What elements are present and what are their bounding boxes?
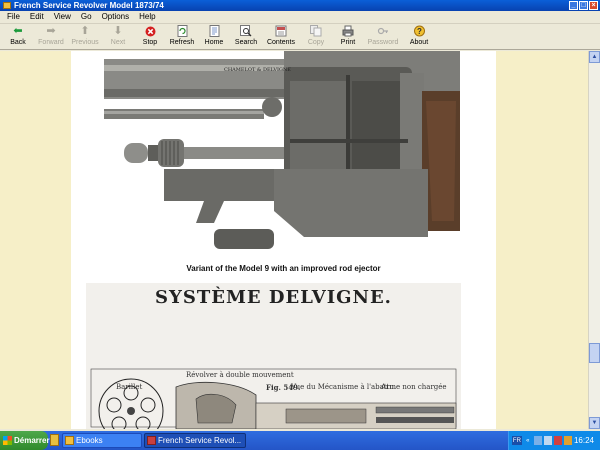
- contents-label: Contents: [266, 39, 296, 46]
- toolbar: ⬅ Back ➡ Forward ⬆ Previous ⬇ Next Stop …: [0, 24, 600, 50]
- next-label: Next: [110, 39, 126, 46]
- photo-caption: Variant of the Model 9 with an improved …: [186, 264, 381, 273]
- document-page: CHAMELOT & DELVIGNE Variant of the Model…: [71, 51, 496, 429]
- diagram-label-fig-text2: Arme non chargée: [381, 383, 447, 391]
- menu-view[interactable]: View: [49, 11, 76, 23]
- arrow-down-icon: ⬇: [113, 25, 123, 37]
- copy-icon: [310, 25, 322, 37]
- tray-app-icon[interactable]: [563, 436, 572, 445]
- taskbar-item-ebooks[interactable]: Ebooks: [62, 433, 142, 448]
- copy-label: Copy: [307, 39, 325, 46]
- arrow-up-icon: ⬆: [80, 25, 90, 37]
- refresh-button[interactable]: Refresh: [166, 24, 198, 50]
- tray-network-icon[interactable]: [533, 436, 542, 445]
- taskbar-item-revolver[interactable]: French Service Revol...: [144, 433, 246, 448]
- about-icon: ?: [413, 25, 425, 37]
- about-label: About: [409, 39, 429, 46]
- stop-button[interactable]: Stop: [134, 24, 166, 50]
- menu-edit[interactable]: Edit: [25, 11, 49, 23]
- window-controls: _ □ ×: [569, 1, 598, 10]
- home-button[interactable]: Home: [198, 24, 230, 50]
- app-icon: [3, 2, 11, 9]
- windows-logo-icon: [3, 436, 12, 445]
- home-icon: [208, 25, 220, 37]
- contents-button[interactable]: Contents: [262, 24, 300, 50]
- content-area: CHAMELOT & DELVIGNE Variant of the Model…: [0, 51, 588, 429]
- refresh-label: Refresh: [169, 39, 195, 46]
- print-icon: [342, 25, 354, 37]
- folder-icon: [65, 436, 74, 445]
- home-label: Home: [204, 39, 224, 46]
- svg-text:?: ?: [417, 27, 422, 36]
- quick-launch-folder-icon[interactable]: [50, 434, 59, 446]
- next-button[interactable]: ⬇ Next: [102, 24, 134, 50]
- menu-help[interactable]: Help: [134, 11, 160, 23]
- back-button[interactable]: ⬅ Back: [2, 24, 34, 50]
- scroll-down-arrow[interactable]: ▼: [589, 417, 600, 429]
- search-label: Search: [234, 39, 258, 46]
- revolver-photo: CHAMELOT & DELVIGNE: [104, 51, 460, 255]
- forward-label: Forward: [38, 39, 64, 46]
- taskbar-item-ebooks-label: Ebooks: [76, 436, 103, 445]
- window-title: French Service Revolver Model 1873/74: [14, 1, 164, 10]
- clock[interactable]: 16:24: [574, 436, 594, 445]
- scroll-thumb[interactable]: [589, 343, 600, 363]
- tray-shield-icon[interactable]: [553, 436, 562, 445]
- maximize-button[interactable]: □: [579, 1, 588, 10]
- arrow-right-icon: ➡: [46, 25, 56, 37]
- refresh-icon: [176, 25, 188, 37]
- delvigne-diagram: SYSTÈME DELVIGNE. Révolver à double mouv…: [86, 283, 461, 429]
- language-indicator[interactable]: FR: [512, 436, 522, 445]
- vertical-scrollbar[interactable]: ▲ ▼: [588, 51, 600, 429]
- back-label: Back: [10, 39, 26, 46]
- tray-volume-icon[interactable]: [543, 436, 552, 445]
- stop-label: Stop: [142, 39, 158, 46]
- start-button[interactable]: Démarrer: [0, 431, 50, 450]
- system-tray: FR « 16:24: [508, 431, 600, 450]
- diagram-label-left: Barillet: [116, 383, 143, 391]
- start-label: Démarrer: [14, 436, 50, 445]
- stop-icon: [144, 25, 156, 37]
- previous-button[interactable]: ⬆ Previous: [68, 24, 102, 50]
- menu-file[interactable]: File: [2, 11, 25, 23]
- print-button[interactable]: Print: [332, 24, 364, 50]
- minimize-button[interactable]: _: [569, 1, 578, 10]
- arrow-left-icon: ⬅: [13, 25, 23, 37]
- taskbar-item-revolver-label: French Service Revol...: [158, 436, 242, 445]
- scroll-up-arrow[interactable]: ▲: [589, 51, 600, 63]
- diagram-label-top: Révolver à double mouvement: [186, 371, 294, 379]
- password-icon: [377, 25, 389, 37]
- search-button[interactable]: Search: [230, 24, 262, 50]
- previous-label: Previous: [71, 39, 99, 46]
- book-icon: [147, 436, 156, 445]
- menu-options[interactable]: Options: [97, 11, 135, 23]
- password-button[interactable]: Password: [364, 24, 402, 50]
- copy-button[interactable]: Copy: [300, 24, 332, 50]
- print-label: Print: [340, 39, 356, 46]
- search-icon: [240, 25, 252, 37]
- contents-icon: [275, 25, 287, 37]
- title-bar: French Service Revolver Model 1873/74 _ …: [0, 0, 600, 11]
- about-button[interactable]: ? About: [402, 24, 436, 50]
- forward-button[interactable]: ➡ Forward: [34, 24, 68, 50]
- tray-arrow-icon[interactable]: «: [524, 436, 532, 445]
- close-button[interactable]: ×: [589, 1, 598, 10]
- password-label: Password: [367, 39, 399, 46]
- taskbar: Démarrer Ebooks French Service Revol... …: [0, 431, 600, 450]
- menu-go[interactable]: Go: [76, 11, 97, 23]
- menu-bar: File Edit View Go Options Help: [0, 11, 600, 24]
- photo-engraving: CHAMELOT & DELVIGNE: [224, 67, 291, 73]
